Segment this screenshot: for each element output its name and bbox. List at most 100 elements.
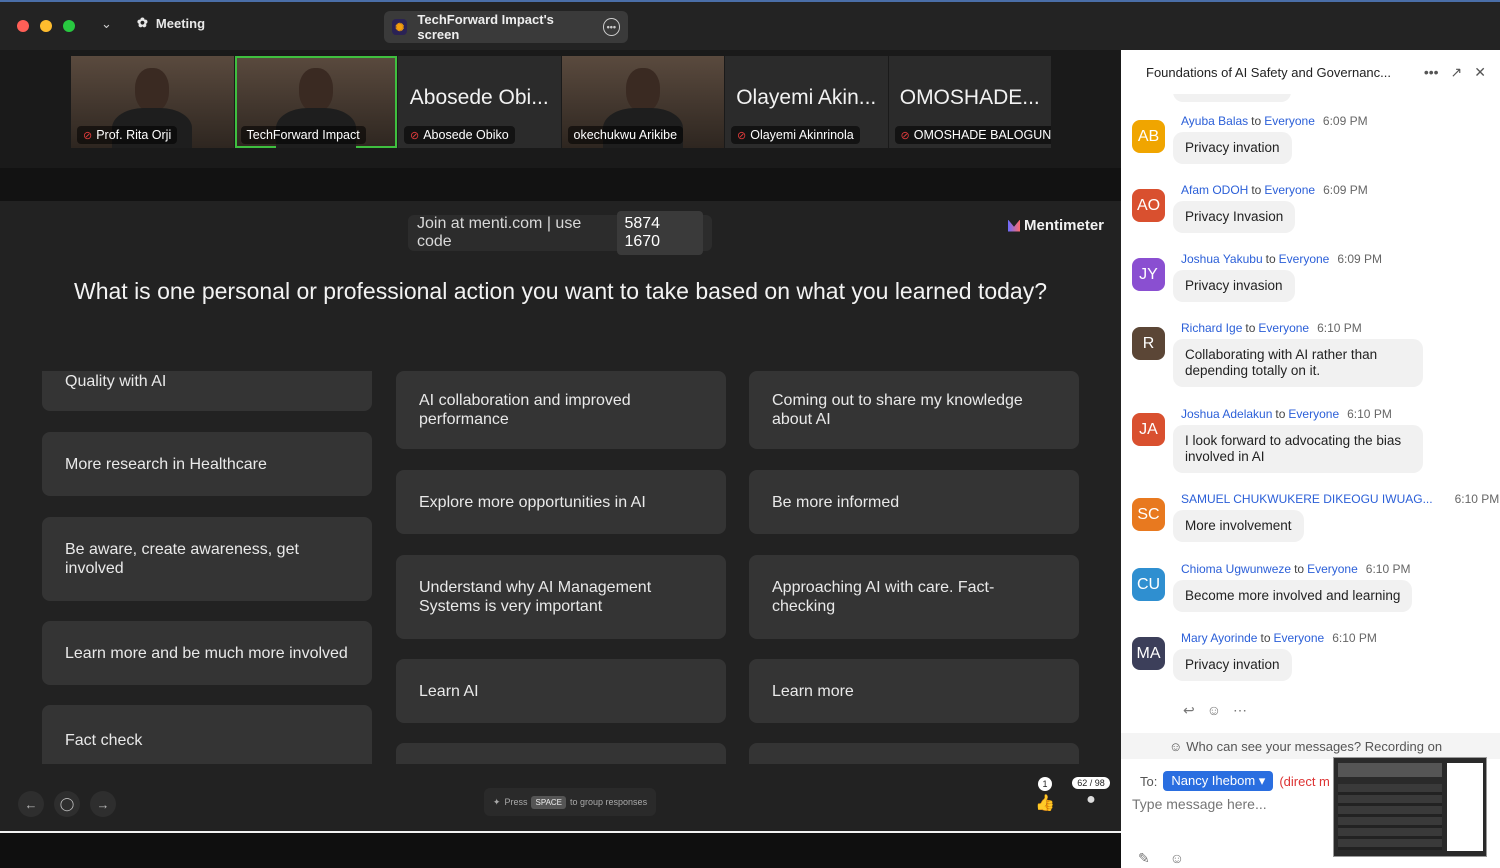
muted-mic-icon: ⊘ (83, 129, 93, 142)
gallery-divider (0, 168, 1121, 201)
timestamp: 6:10 PM (1365, 562, 1411, 576)
participant-tile[interactable]: ⊘ Prof. Rita Orji (71, 56, 234, 148)
more-icon[interactable]: ••• (1424, 64, 1439, 81)
response-card: Be aware, create awareness, get involved (42, 517, 372, 601)
response-card (396, 743, 726, 764)
minimize-window-button[interactable] (40, 20, 52, 32)
likes-count: 1 (1038, 777, 1052, 791)
to-label: to (1260, 631, 1271, 645)
response-card (749, 743, 1079, 764)
response-card: Learn AI (396, 659, 726, 723)
reactions-counter[interactable]: 1 👍 (1034, 777, 1056, 813)
screen-share-indicator[interactable]: ✺ TechForward Impact's screen ••• (384, 11, 628, 43)
participant-tile[interactable]: TechForward Impact (234, 56, 397, 148)
to-label: to (1251, 183, 1262, 197)
thumbs-up-icon: 👍 (1035, 795, 1055, 812)
participant-name: TechForward Impact (246, 128, 360, 142)
format-icon[interactable]: ✎ (1138, 850, 1150, 867)
mentimeter-logo-icon (1008, 219, 1020, 232)
close-icon[interactable]: ✕ (1474, 64, 1486, 81)
participant-name-tag: ⊘ Abosede Obiko (404, 126, 515, 144)
timestamp: 6:10 PM (1347, 407, 1392, 421)
message-header: Joshua Yakubu to Everyone 6:09 PM (1181, 252, 1382, 266)
participant-name-tag: TechForward Impact (240, 126, 366, 144)
response-text: More research in Healthcare (65, 455, 267, 473)
participant-tile[interactable]: Olayemi Akin... ⊘ Olayemi Akinrinola (725, 56, 888, 148)
techforward-logo-icon: ✺ (392, 19, 408, 35)
next-arrow-icon[interactable]: → (90, 791, 116, 817)
recipient-dropdown[interactable]: Nancy Ihebom ▾ (1163, 771, 1274, 791)
to-label: to (1294, 562, 1305, 576)
join-code: 5874 1670 (617, 211, 703, 255)
sender-name[interactable]: Afam ODOH (1181, 183, 1248, 197)
sender-name[interactable]: Mary Ayorinde (1181, 631, 1257, 645)
close-window-button[interactable] (17, 20, 29, 32)
message-bubble: Privacy Invasion (1173, 201, 1296, 233)
chat-panel: Foundations of AI Safety and Governanc..… (1121, 50, 1500, 868)
participant-name-tag: ⊘ OMOSHADE BALOGUN (894, 126, 1051, 144)
response-text: Understand why AI Management Systems is … (419, 579, 652, 615)
emoji-icon[interactable]: ☺ (1170, 850, 1184, 867)
recipient-name[interactable]: Everyone (1307, 562, 1358, 576)
message-bubble: Privacy invation (1173, 132, 1292, 164)
message-bubble: Collaborating with AI rather than depend… (1173, 339, 1423, 387)
participant-name-tag: ⊘ Prof. Rita Orji (77, 126, 178, 144)
participant-name: okechukwu Arikibe (573, 128, 678, 142)
message-header: Richard Ige to Everyone 6:10 PM (1181, 321, 1362, 335)
previous-arrow-icon[interactable]: ← (18, 791, 44, 817)
audience-counter: 62 / 98 ● (1072, 777, 1110, 809)
sparkle-icon: ✦ (492, 796, 501, 807)
shared-screen: Join at menti.com | use code 5874 1670 M… (0, 201, 1121, 831)
more-actions-icon[interactable]: ⋯ (1233, 702, 1247, 719)
lightbulb-icon[interactable]: ◯ (54, 791, 80, 817)
response-grid: Quality with AI More research in Healthca… (40, 371, 1082, 764)
participant-name: Abosede Obiko (423, 128, 509, 142)
message-bubble: I look forward to advocating the bias in… (1173, 425, 1423, 473)
compose-tools: ✎ ☺ (1138, 850, 1184, 867)
recipient-name[interactable]: Everyone (1258, 321, 1309, 335)
sender-name[interactable]: Richard Ige (1181, 321, 1242, 335)
emoji-react-icon[interactable]: ☺ (1207, 702, 1221, 719)
participant-tile[interactable]: okechukwu Arikibe (561, 56, 724, 148)
participant-video (135, 68, 170, 112)
zoom-window-button[interactable] (63, 20, 75, 32)
reply-icon[interactable]: ↩ (1183, 702, 1195, 719)
recipient-name[interactable]: Everyone (1274, 631, 1325, 645)
recipient-name[interactable]: Everyone (1264, 114, 1315, 128)
response-card: Explore more opportunities in AI (396, 470, 726, 534)
avatar: JA (1132, 413, 1165, 446)
response-card: Fact check (42, 705, 372, 764)
recipient-name[interactable]: Everyone (1264, 183, 1315, 197)
avatar: JY (1132, 258, 1165, 291)
screen-preview-thumbnail[interactable] (1333, 757, 1487, 857)
message-bubble: More involvement (1173, 510, 1304, 542)
participant-tile[interactable]: Abosede Obi... ⊘ Abosede Obiko (398, 56, 561, 148)
message-input[interactable] (1132, 796, 1332, 812)
sender-name[interactable]: Ayuba Balas (1181, 114, 1248, 128)
recipient-name[interactable]: Everyone (1279, 252, 1330, 266)
sender-name[interactable]: Joshua Yakubu (1181, 252, 1263, 266)
sender-name[interactable]: SAMUEL CHUKWUKERE DIKEOGU IWUAG... (1181, 492, 1433, 506)
more-options-icon[interactable]: ••• (602, 18, 621, 36)
meeting-menu[interactable]: ✿ Meeting (137, 15, 205, 31)
timestamp: 6:10 PM (1454, 492, 1500, 506)
meeting-main-area: ⊘ Prof. Rita Orji TechForward Impact Abosed… (0, 50, 1121, 868)
participant-display-name: OMOSHADE... (899, 86, 1040, 109)
message-list[interactable]: AB Ayuba Balas to Everyone 6:09 PM Privacy in… (1121, 94, 1500, 734)
chevron-down-icon[interactable]: ⌄ (101, 16, 112, 32)
response-card: Learn more and be much more involved (42, 621, 372, 685)
visibility-notice[interactable]: ☺ Who can see your messages? Recording o… (1121, 733, 1500, 759)
participant-tile[interactable]: OMOSHADE... ⊘ OMOSHADE BALOGUN (888, 56, 1051, 148)
recipient-name[interactable]: Everyone (1288, 407, 1339, 421)
sender-name[interactable]: Chioma Ugwunweze (1181, 562, 1291, 576)
avatar: AO (1132, 189, 1165, 222)
avatar: SC (1132, 498, 1165, 531)
hint-press: Press (504, 797, 528, 807)
response-text: Approaching AI with care. Fact-checking (772, 579, 995, 615)
pop-out-icon[interactable]: ↗ (1451, 64, 1463, 81)
message-header: Mary Ayorinde to Everyone 6:10 PM (1181, 631, 1377, 645)
meeting-label: Meeting (155, 15, 206, 31)
partial-message-bubble (1173, 94, 1291, 102)
sender-name[interactable]: Joshua Adelakun (1181, 407, 1272, 421)
response-card: More research in Healthcare (42, 432, 372, 496)
